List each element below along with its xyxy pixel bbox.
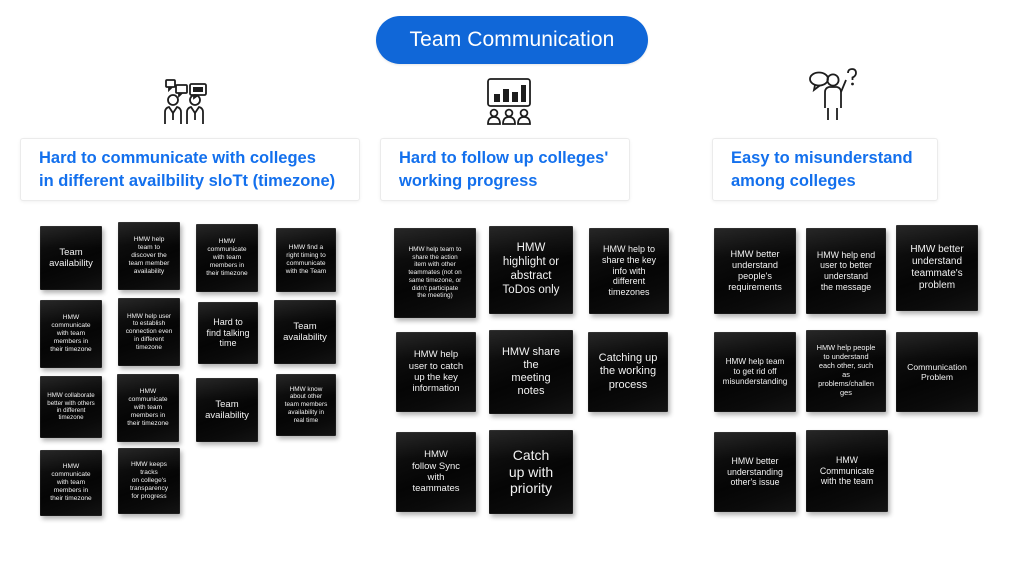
column-header-card-3: Easy to misunderstand among colleges [712, 138, 938, 201]
sticky-note-text: HMW highlight or abstract ToDos only [502, 242, 560, 296]
sticky-note[interactable]: HMW Communicate with the team [806, 430, 888, 512]
sticky-note-text: HMW know about other team members availa… [284, 385, 328, 424]
sticky-note-text: HMW help user to establish connection ev… [125, 312, 173, 351]
sticky-note-text: HMW communicate with team members in the… [50, 314, 92, 353]
sticky-note-text: HMW communicate with team members in the… [50, 463, 92, 502]
column-header-text-1: Hard to communicate with colleges in dif… [39, 149, 336, 190]
sticky-note-text: HMW help to share the key info with diff… [601, 244, 657, 298]
sticky-note-text: HMW better understand teammate's problem [910, 244, 964, 291]
sticky-note[interactable]: HMW highlight or abstract ToDos only [489, 226, 573, 314]
sticky-note-text: Catching up the working process [598, 352, 658, 391]
sticky-note[interactable]: HMW share the meeting notes [489, 330, 573, 414]
sticky-note-text: HMW find a right timing to communicate w… [285, 244, 327, 275]
sticky-note-text: HMW share the meeting notes [501, 345, 561, 398]
sticky-note[interactable]: HMW better understand teammate's problem [896, 225, 978, 311]
sticky-note-text: HMW collaborate better with others in di… [47, 392, 95, 422]
sticky-note-text: Catch up with priority [508, 446, 554, 497]
sticky-note[interactable]: Team availability [196, 378, 258, 442]
sticky-note[interactable]: HMW help user to catch up the key inform… [396, 332, 476, 412]
sticky-note-text: HMW help people to understand each other… [816, 343, 876, 397]
sticky-note[interactable]: HMW know about other team members availa… [276, 374, 336, 436]
sticky-note-text: HMW help team to get rid off misundersta… [722, 357, 788, 386]
sticky-note[interactable]: Hard to find talking time [198, 302, 258, 364]
sticky-note[interactable]: HMW help people to understand each other… [806, 330, 886, 412]
sticky-note-text: HMW follow Sync with teammates [411, 449, 461, 495]
sticky-note-text: Team availability [283, 320, 327, 343]
sticky-note[interactable]: HMW communicate with team members in the… [196, 224, 258, 292]
page-title: Team Communication [409, 28, 615, 51]
sticky-note[interactable]: HMW help team to share the action item w… [394, 228, 476, 318]
column-header-text-3: Easy to misunderstand among colleges [731, 149, 913, 190]
sticky-note[interactable]: HMW help team to discover the team membe… [118, 222, 180, 290]
sticky-note[interactable]: Team availability [40, 226, 102, 290]
sticky-note-text: HMW better understand people's requireme… [728, 248, 782, 293]
sticky-note-text: HMW Communicate with the team [819, 455, 875, 487]
sticky-note-text: HMW help team to share the action item w… [408, 246, 462, 300]
confused-person-question-mark-icon [798, 68, 868, 122]
sticky-note-text: HMW communicate with team members in the… [127, 388, 169, 427]
sticky-note[interactable]: Catching up the working process [588, 332, 668, 412]
sticky-note-text: Team availability [205, 398, 249, 421]
sticky-note[interactable]: HMW help end user to better understand t… [806, 228, 886, 314]
sticky-note[interactable]: HMW communicate with team members in the… [40, 300, 102, 368]
sticky-note[interactable]: HMW find a right timing to communicate w… [276, 228, 336, 292]
whiteboard-canvas: Team Communication Hard to communicate w… [0, 0, 1024, 572]
sticky-note[interactable]: HMW follow Sync with teammates [396, 432, 476, 512]
sticky-note-text: HMW keeps tracks on college's transparen… [129, 461, 169, 500]
sticky-note[interactable]: HMW communicate with team members in the… [117, 374, 179, 442]
sticky-note-text: Team availability [49, 246, 93, 269]
column-header-card-1: Hard to communicate with colleges in dif… [20, 138, 360, 201]
sticky-note[interactable]: HMW better understanding other's issue [714, 432, 796, 512]
sticky-note[interactable]: HMW help user to establish connection ev… [118, 298, 180, 366]
sticky-note[interactable]: HMW help to share the key info with diff… [589, 228, 669, 314]
bar-chart-with-people-icon [474, 76, 544, 128]
sticky-note-text: HMW help end user to better understand t… [816, 249, 876, 292]
sticky-note[interactable]: HMW communicate with team members in the… [40, 450, 102, 516]
sticky-note-text: Hard to find talking time [206, 316, 250, 349]
two-people-speech-bubbles-icon [150, 76, 220, 128]
sticky-note-text: HMW communicate with team members in the… [206, 238, 248, 277]
sticky-note[interactable]: HMW help team to get rid off misundersta… [714, 332, 796, 412]
sticky-note[interactable]: HMW keeps tracks on college's transparen… [118, 448, 180, 514]
column-header-card-2: Hard to follow up colleges' working prog… [380, 138, 630, 201]
sticky-note[interactable]: HMW collaborate better with others in di… [40, 376, 102, 438]
sticky-note-text: HMW help user to catch up the key inform… [408, 349, 464, 395]
sticky-note[interactable]: Communication Problem [896, 332, 978, 412]
sticky-note[interactable]: Team availability [274, 300, 336, 364]
sticky-note[interactable]: Catch up with priority [489, 430, 573, 514]
sticky-note-text: HMW better understanding other's issue [727, 456, 783, 488]
sticky-note-text: Communication Problem [907, 361, 967, 382]
column-header-text-2: Hard to follow up colleges' working prog… [399, 149, 609, 190]
board-title-pill: Team Communication [376, 16, 648, 64]
sticky-note[interactable]: HMW better understand people's requireme… [714, 228, 796, 314]
sticky-note-text: HMW help team to discover the team membe… [128, 236, 170, 275]
